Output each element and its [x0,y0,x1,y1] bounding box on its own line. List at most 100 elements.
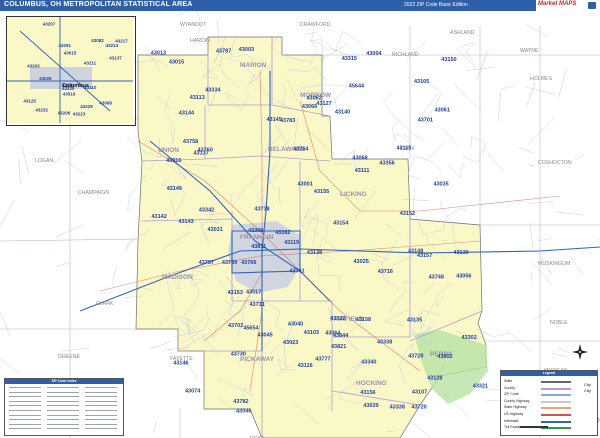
minor-road [574,154,585,161]
zip-index-row [85,414,117,416]
county-label: RICHLAND [392,52,419,58]
header-bar: COLUMBUS, OH METROPOLITAN STATISTICAL AR… [0,0,600,11]
zip-label: 43116 [298,363,313,369]
zip-label: 43066 [302,104,317,110]
zip-index-row [9,410,41,411]
zip-label: 43031 [208,227,223,233]
minor-road [152,420,158,434]
legend-item-label: Toll Roads [504,425,521,430]
minor-road [454,84,484,113]
legend-city-key-2: City [584,388,591,393]
minor-road [0,199,16,226]
zip-label: 43338 [390,405,405,411]
zip-label: 45654 [243,326,259,332]
zip-index-row [47,419,79,421]
zip-label: 43342 [199,207,214,213]
county-boundary [0,238,139,242]
county-label: WYANDOT [180,22,207,28]
zip-index-row [47,414,79,416]
minor-road [65,160,84,174]
legend-item-swatch [541,394,571,397]
zip-boundary [383,90,425,141]
legend-item-swatch [541,407,571,410]
minor-road [527,117,555,146]
map-title: COLUMBUS, OH METROPOLITAN STATISTICAL AR… [4,1,193,8]
zip-index-row [47,391,79,393]
zip-label: 43045 [257,333,272,339]
legend-item-label: US Highway [504,412,524,416]
legend-item-label: State Highway [504,405,527,410]
zip-label: 43315 [342,56,357,62]
zip-index-row [85,405,117,407]
county-label: ASHLAND [450,30,475,36]
zip-index-row [9,423,41,425]
minor-road [525,86,556,95]
minor-road [403,134,413,140]
zip-index-row [85,400,117,402]
minor-road [57,261,72,267]
zip-label: 43130 [453,250,468,256]
zip-label: 43340 [361,360,376,366]
minor-road [551,353,567,357]
minor-road [518,147,535,154]
zip-label: 43068 [352,156,367,162]
zip-index-row [85,428,117,430]
north-arrow-icon [572,344,588,360]
zip-label: 43701 [418,118,433,124]
zip-label: 43029 [363,403,378,409]
county-label: NOBLE [550,320,568,326]
minor-road [529,201,554,204]
county-label: HARDIN [190,38,210,44]
zip-index-row [47,428,79,430]
zip-label: 43783 [280,118,295,124]
minor-road [22,146,29,175]
minor-road [18,159,21,184]
zip-label: 43115 [396,145,411,151]
county-label: GREENE [58,354,80,360]
zip-index-row [9,419,41,421]
county-label: MADISON [162,274,193,281]
minor-road [56,224,86,237]
legend-city-key: City [584,382,591,387]
zip-index-row [85,410,117,411]
zip-label: 43135 [407,317,422,323]
county-label: LOGAN [35,158,53,164]
minor-road [528,164,535,166]
zip-label: 43142 [152,214,167,220]
brand-icon [588,2,596,9]
county-label: FRANKLIN [240,234,274,241]
zip-label: 43023 [283,340,298,346]
zip-label: 43761 [289,268,304,274]
zip-label: 43760 [198,148,213,154]
county-label: CLARK [96,301,114,307]
zip-label: 43321 [473,384,488,390]
zip-label: 43004 [366,51,382,57]
zip-boundary [456,41,478,68]
minor-road [413,423,432,438]
county-label: CRAWFORD [300,22,331,28]
minor-road [531,272,533,282]
zip-index-row [9,428,41,430]
county-label: LICKING [340,191,367,198]
zip-label: 43322 [330,316,345,322]
zip-label: 43306 [248,228,263,234]
legend-item-label: County Highway [504,398,530,403]
zip-index-row [85,419,117,421]
minor-road [187,363,198,379]
zip-label: 43702 [228,323,243,329]
county-label: WAYNE [520,48,539,54]
minor-road [554,211,583,216]
map-canvas[interactable]: COLUMBUS, OH METROPOLITAN STATISTICAL AR… [0,0,600,438]
legend-item-label: Interstate [504,418,519,423]
zip-index-row [85,387,117,388]
minor-road [149,341,172,349]
zip-boundary [407,155,443,180]
zip-label: 43107 [412,389,427,395]
zip-label: 43720 [411,405,426,411]
zip-label: 43061 [435,108,450,114]
zip-label: 43013 [151,50,166,56]
zip-index-row [47,387,79,388]
zip-label: 43757 [199,260,214,266]
legend-panel: Legend State County ZIP Code County Highway… [500,370,598,436]
zip-label: 43811 [251,244,266,250]
